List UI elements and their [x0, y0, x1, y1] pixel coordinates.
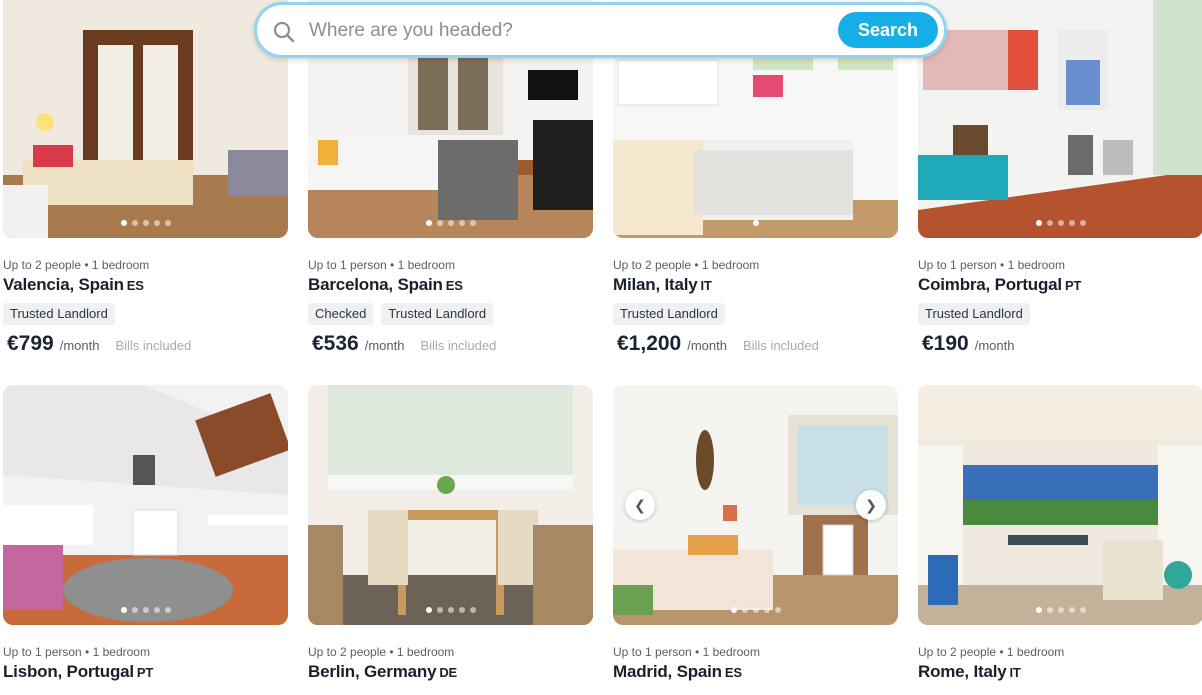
chevron-right-icon: ❯ — [865, 496, 877, 513]
listing-price: €1,200 — [617, 332, 682, 355]
tag-trusted-landlord: Trusted Landlord — [918, 303, 1030, 325]
tag-checked: Checked — [308, 303, 374, 325]
carousel-prev-button[interactable]: ❮ — [625, 490, 655, 520]
listing-photo-image — [308, 385, 593, 625]
search-button[interactable]: Search — [838, 12, 938, 48]
listing-tags: Trusted Landlord — [918, 303, 1202, 325]
price-period: /month — [687, 338, 727, 353]
price-row: €190 /month — [918, 332, 1202, 356]
listing-tags: Trusted Landlord — [3, 303, 288, 325]
country-code: PT — [136, 665, 154, 680]
listing-capacity: Up to 1 person • 1 bedroom — [613, 645, 760, 659]
listing-card[interactable]: ❮ ❯ Up to 1 person • 1 bedroom Madrid, S… — [613, 385, 898, 682]
listing-photo[interactable] — [3, 385, 288, 625]
listing-photo[interactable] — [918, 0, 1202, 238]
listing-capacity: Up to 2 people • 1 bedroom — [3, 258, 150, 272]
listing-city[interactable]: Berlin, Germany DE — [308, 662, 593, 682]
listing-card[interactable]: Up to 2 people • 1 bedroom Rome, Italy IT — [918, 385, 1202, 682]
listing-card[interactable]: Up to 1 person • 1 bedroom Lisbon, Portu… — [3, 385, 288, 682]
price-row: €1,200 /month Bills included — [613, 332, 898, 356]
price-period: /month — [974, 338, 1015, 353]
listing-price: €190 — [922, 332, 969, 355]
carousel-dots[interactable] — [120, 220, 171, 226]
bills-included-label: Bills included — [115, 338, 192, 353]
tag-trusted-landlord: Trusted Landlord — [613, 303, 725, 325]
carousel-next-button[interactable]: ❯ — [856, 490, 886, 520]
listing-city[interactable]: Barcelona, Spain ES — [308, 275, 593, 295]
price-row: €536 /month Bills included — [308, 332, 593, 356]
carousel-dots[interactable] — [1035, 220, 1086, 226]
tag-trusted-landlord: Trusted Landlord — [381, 303, 494, 325]
country-code: DE — [439, 665, 457, 680]
country-code: ES — [126, 278, 144, 293]
listing-city[interactable]: Milan, Italy IT — [613, 275, 898, 295]
country-code: ES — [445, 278, 463, 293]
listing-photo-image — [3, 0, 288, 238]
listing-card[interactable]: Up to 2 people • 1 bedroom Valencia, Spa… — [3, 0, 288, 356]
carousel-dots[interactable] — [752, 220, 759, 226]
listing-card[interactable]: Up to 2 people • 1 bedroom Berlin, Germa… — [308, 385, 593, 682]
price-period: /month — [59, 338, 100, 353]
listing-city[interactable]: Madrid, Spain ES — [613, 662, 898, 682]
country-code: PT — [1064, 278, 1082, 293]
price-row: €799 /month Bills included — [3, 332, 288, 356]
bills-included-label: Bills included — [420, 338, 497, 353]
price-period: /month — [364, 338, 405, 353]
carousel-dots[interactable] — [1035, 607, 1086, 613]
chevron-left-icon: ❮ — [634, 496, 646, 513]
listing-city[interactable]: Rome, Italy IT — [918, 662, 1202, 682]
listing-photo-image — [3, 385, 288, 625]
listing-photo[interactable] — [918, 385, 1202, 625]
search-icon — [273, 21, 295, 43]
bills-included-label: Bills included — [742, 338, 819, 353]
listing-price: €536 — [312, 332, 359, 355]
country-code: ES — [724, 665, 742, 680]
listing-photo-image — [918, 385, 1202, 625]
listing-photo[interactable] — [308, 385, 593, 625]
listing-capacity: Up to 2 people • 1 bedroom — [918, 645, 1065, 659]
listing-city[interactable]: Lisbon, Portugal PT — [3, 662, 288, 682]
carousel-dots[interactable] — [425, 220, 476, 226]
listing-capacity: Up to 2 people • 1 bedroom — [308, 645, 455, 659]
listing-tags: Checked Trusted Landlord — [308, 303, 593, 325]
carousel-dots[interactable] — [120, 607, 171, 613]
listing-capacity: Up to 1 person • 1 bedroom — [918, 258, 1065, 272]
listing-city[interactable]: Valencia, Spain ES — [3, 275, 288, 295]
listing-tags: Trusted Landlord — [613, 303, 898, 325]
country-code: IT — [700, 278, 712, 293]
listing-photo[interactable] — [3, 0, 288, 238]
listing-price: €799 — [7, 332, 54, 355]
listing-capacity: Up to 1 person • 1 bedroom — [3, 645, 150, 659]
search-bar: Search — [254, 2, 947, 58]
search-input[interactable] — [307, 15, 831, 47]
listing-photo-image — [918, 0, 1202, 238]
carousel-dots[interactable] — [425, 607, 476, 613]
listing-photo[interactable]: ❮ ❯ — [613, 385, 898, 625]
country-code: IT — [1009, 665, 1021, 680]
tag-trusted-landlord: Trusted Landlord — [3, 303, 115, 325]
carousel-dots[interactable] — [730, 607, 781, 613]
listing-city[interactable]: Coimbra, Portugal PT — [918, 275, 1202, 295]
listing-capacity: Up to 1 person • 1 bedroom — [308, 258, 455, 272]
listing-capacity: Up to 2 people • 1 bedroom — [613, 258, 760, 272]
listing-card[interactable]: Up to 1 person • 1 bedroom Coimbra, Port… — [918, 0, 1202, 356]
